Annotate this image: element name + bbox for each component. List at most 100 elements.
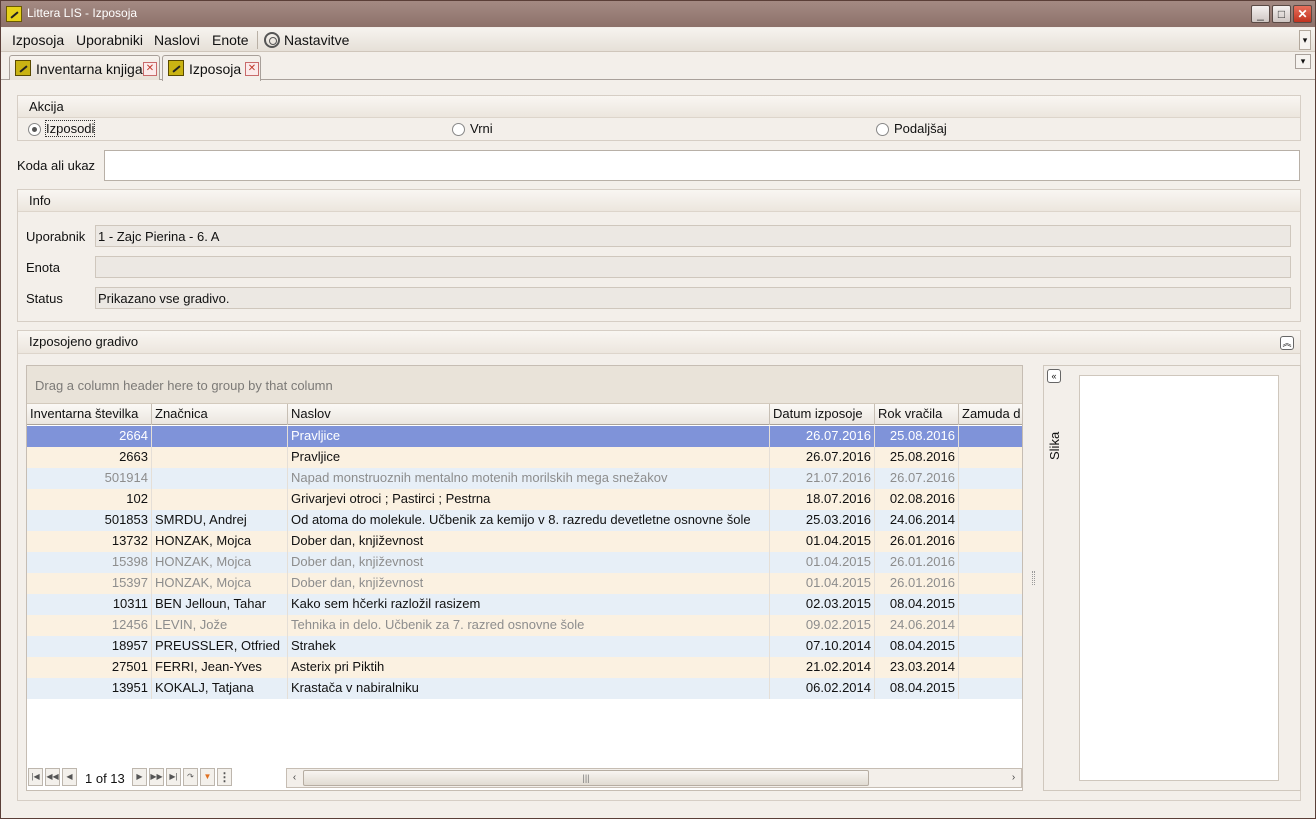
- cell-zamuda: [959, 468, 1022, 489]
- column-header-naslov[interactable]: Naslov: [288, 404, 770, 425]
- minimize-button[interactable]: _: [1251, 5, 1270, 23]
- horizontal-scrollbar[interactable]: ‹ ||| ›: [286, 768, 1022, 788]
- radio-vrni[interactable]: [452, 123, 465, 136]
- cell-naslov: Od atoma do molekule. Učbenik za kemijo …: [288, 510, 770, 531]
- menu-overflow-button[interactable]: ▾: [1299, 30, 1311, 50]
- table-row[interactable]: 2664 Pravljice 26.07.2016 25.08.2016: [27, 426, 1022, 447]
- prev-page-icon[interactable]: ◀: [62, 768, 77, 786]
- column-header-inventarna[interactable]: Inventarna številka: [27, 404, 152, 425]
- borrowed-items-grid: Drag a column header here to group by th…: [26, 365, 1023, 791]
- gear-icon[interactable]: [264, 32, 280, 48]
- cell-datum: 25.03.2016: [770, 510, 875, 531]
- grid-table: Inventarna številka Značnica Naslov Datu…: [27, 404, 1022, 735]
- cell-zamuda: [959, 636, 1022, 657]
- tab-close-icon[interactable]: ✕: [143, 62, 157, 76]
- code-input[interactable]: [104, 150, 1300, 181]
- menu-izposoja[interactable]: Izposoja: [12, 32, 64, 48]
- table-row[interactable]: 27501 FERRI, Jean-Yves Asterix pri Piktih 2…: [27, 657, 1022, 678]
- collapse-up-icon[interactable]: ︽: [1280, 336, 1294, 350]
- cell-zamuda: [959, 678, 1022, 699]
- cell-naslov: Krastača v nabiralniku: [288, 678, 770, 699]
- cell-rok: 24.06.2014: [875, 510, 959, 531]
- tab-list-dropdown[interactable]: ▾: [1295, 54, 1311, 69]
- uporabnik-value: 1 - Zajc Pierina - 6. A: [95, 225, 1291, 247]
- table-row[interactable]: 13732 HONZAK, Mojca Dober dan, književnost…: [27, 531, 1022, 552]
- cell-naslov: Grivarjevi otroci ; Pastirci ; Pestrna: [288, 489, 770, 510]
- table-row[interactable]: 501853 SMRDU, Andrej Od atoma do molekule.…: [27, 510, 1022, 531]
- table-row[interactable]: 15397 HONZAK, Mojca Dober dan, književnost…: [27, 573, 1022, 594]
- cell-naslov: Dober dan, književnost: [288, 552, 770, 573]
- scroll-left-icon[interactable]: ‹: [287, 770, 302, 786]
- cell-naslov: Strahek: [288, 636, 770, 657]
- table-row[interactable]: 18957 PREUSSLER, Otfried Strahek 07.10.2014…: [27, 636, 1022, 657]
- next-block-icon[interactable]: ▶▶: [149, 768, 164, 786]
- tab-close-icon[interactable]: ✕: [245, 62, 259, 76]
- izposojeno-header: Izposojeno gradivo ︽: [18, 331, 1300, 354]
- cell-znacnica: [152, 468, 288, 489]
- collapse-left-icon[interactable]: «: [1047, 369, 1061, 383]
- table-row[interactable]: 102 Grivarjevi otroci ; Pastirci ; Pestrn…: [27, 489, 1022, 510]
- cell-rok: 24.06.2014: [875, 615, 959, 636]
- table-row[interactable]: 15398 HONZAK, Mojca Dober dan, književnost…: [27, 552, 1022, 573]
- group-by-hint: Drag a column header here to group by th…: [35, 378, 333, 393]
- table-row[interactable]: 13951 KOKALJ, Tatjana Krastača v nabiralni…: [27, 678, 1022, 699]
- more-options-icon[interactable]: ⋮: [217, 768, 232, 786]
- menu-separator: [257, 31, 258, 49]
- cell-datum: 26.07.2016: [770, 447, 875, 468]
- refresh-icon[interactable]: ↷: [183, 768, 198, 786]
- scrollbar-thumb[interactable]: |||: [303, 770, 869, 786]
- akcija-header: Akcija: [18, 96, 1300, 118]
- cell-rok: 26.07.2016: [875, 468, 959, 489]
- last-page-icon[interactable]: ▶|: [166, 768, 181, 786]
- cell-naslov: Asterix pri Piktih: [288, 657, 770, 678]
- table-row[interactable]: 501914 Napad monstruoznih mentalno moteni…: [27, 468, 1022, 489]
- column-header-datum[interactable]: Datum izposoje: [770, 404, 875, 425]
- tab-izposoja[interactable]: Izposoja ✕: [162, 55, 261, 81]
- menu-nastavitve[interactable]: Nastavitve: [284, 32, 349, 48]
- table-row[interactable]: 12456 LEVIN, Jože Tehnika in delo. Učbenik…: [27, 615, 1022, 636]
- cell-naslov: Dober dan, književnost: [288, 531, 770, 552]
- scroll-right-icon[interactable]: ›: [1006, 770, 1021, 786]
- grid-header-row: Inventarna številka Značnica Naslov Datu…: [27, 404, 1022, 425]
- maximize-button[interactable]: □: [1272, 5, 1291, 23]
- radio-podaljsaj[interactable]: [876, 123, 889, 136]
- table-row[interactable]: 2663 Pravljice 26.07.2016 25.08.2016: [27, 447, 1022, 468]
- cell-znacnica: [152, 426, 288, 447]
- info-title: Info: [29, 193, 51, 208]
- next-page-icon[interactable]: ▶: [132, 768, 147, 786]
- title-bar: Littera LIS - Izposoja _ □ ✕: [1, 1, 1315, 27]
- column-header-rok[interactable]: Rok vračila: [875, 404, 959, 425]
- radio-izposodi[interactable]: [28, 123, 41, 136]
- cell-inventarna: 15398: [27, 552, 152, 573]
- slika-label: Slika: [1047, 431, 1062, 460]
- cell-znacnica: HONZAK, Mojca: [152, 573, 288, 594]
- cell-naslov: Napad monstruoznih mentalno motenih mori…: [288, 468, 770, 489]
- menu-naslovi[interactable]: Naslovi: [154, 32, 200, 48]
- column-header-zamuda[interactable]: Zamuda d: [959, 404, 1022, 425]
- menu-enote[interactable]: Enote: [212, 32, 249, 48]
- cell-naslov: Dober dan, književnost: [288, 573, 770, 594]
- tab-inventarna-knjiga[interactable]: Inventarna knjiga ✕: [9, 55, 160, 80]
- first-page-icon[interactable]: |◀: [28, 768, 43, 786]
- table-row[interactable]: 10311 BEN Jelloun, Tahar Kako sem hčerki r…: [27, 594, 1022, 615]
- radio-podaljsaj-label[interactable]: Podaljšaj: [894, 121, 947, 136]
- cell-zamuda: [959, 447, 1022, 468]
- cell-zamuda: [959, 426, 1022, 447]
- column-header-znacnica[interactable]: Značnica: [152, 404, 288, 425]
- filter-icon[interactable]: ▼: [200, 768, 215, 786]
- prev-block-icon[interactable]: ◀◀: [45, 768, 60, 786]
- close-button[interactable]: ✕: [1293, 5, 1312, 23]
- enota-value: [95, 256, 1291, 278]
- enota-label: Enota: [26, 260, 60, 275]
- panel-splitter[interactable]: [1032, 571, 1035, 585]
- cell-inventarna: 13951: [27, 678, 152, 699]
- cell-datum: 07.10.2014: [770, 636, 875, 657]
- cell-inventarna: 10311: [27, 594, 152, 615]
- cell-datum: 01.04.2015: [770, 552, 875, 573]
- radio-izposodi-label[interactable]: Izposodi: [44, 120, 96, 137]
- menu-uporabniki[interactable]: Uporabniki: [76, 32, 143, 48]
- cell-inventarna: 501914: [27, 468, 152, 489]
- group-by-panel[interactable]: Drag a column header here to group by th…: [27, 366, 1022, 404]
- code-label: Koda ali ukaz: [17, 158, 96, 173]
- radio-vrni-label[interactable]: Vrni: [470, 121, 493, 136]
